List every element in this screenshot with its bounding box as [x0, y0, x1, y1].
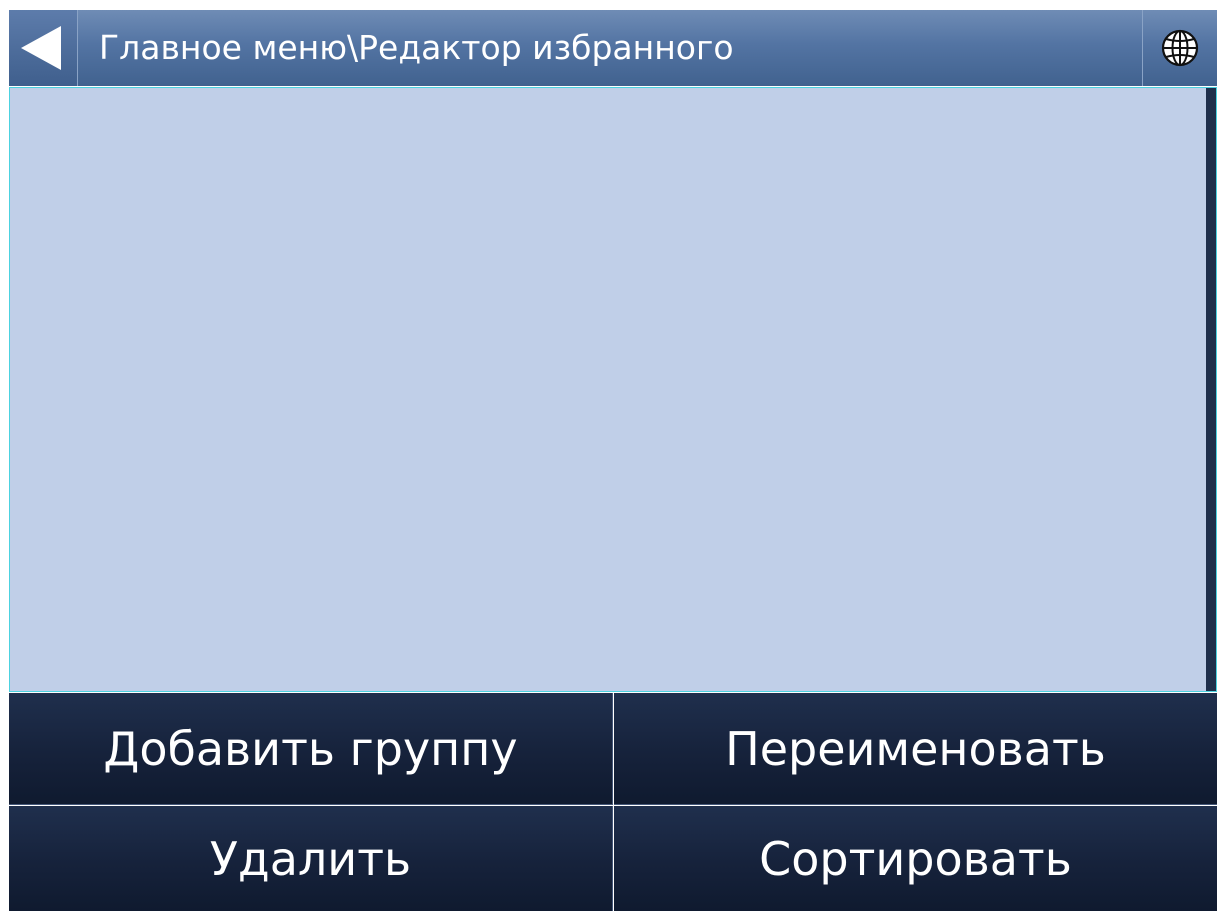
header-bar: Главное меню\Редактор избранного	[9, 10, 1217, 86]
rename-button[interactable]: Переименовать	[614, 693, 1217, 805]
add-group-button[interactable]: Добавить группу	[9, 693, 613, 805]
back-button[interactable]	[9, 10, 78, 86]
delete-button[interactable]: Удалить	[9, 806, 613, 911]
page-title: Главное меню\Редактор избранного	[99, 28, 734, 67]
favorites-editor-screen: Главное меню\Редактор избранного Добавит…	[0, 0, 1217, 911]
back-arrow-icon	[21, 26, 61, 70]
sort-button[interactable]: Сортировать	[614, 806, 1217, 911]
globe-button[interactable]	[1142, 10, 1217, 86]
scrollbar[interactable]	[1206, 88, 1216, 691]
globe-icon	[1161, 29, 1199, 67]
favorites-list[interactable]	[9, 87, 1217, 692]
